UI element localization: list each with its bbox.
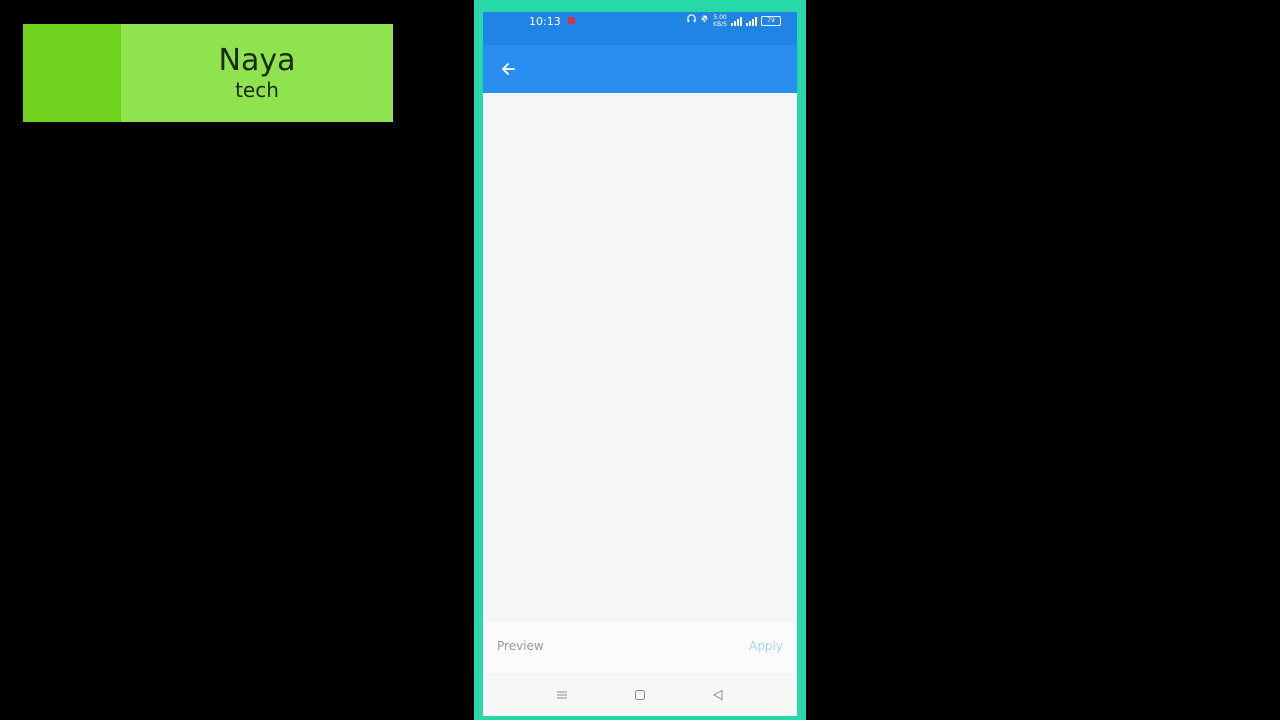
mute-bell-icon [700,14,709,28]
recording-indicator-icon [568,17,575,24]
battery-icon: 79 [761,16,781,26]
net-speed: 5.00 KB/S [713,14,727,28]
system-nav-bar [483,673,797,716]
video-stage: Naya tech 10:13 5.00 KB/S 79 Preview App… [0,0,1280,720]
status-bar: 10:13 5.00 KB/S 79 [483,12,797,45]
signal-2-icon [746,16,757,26]
menu-icon[interactable] [554,687,570,703]
triangle-back-icon[interactable] [710,687,726,703]
brand-accent-block [23,24,121,122]
app-bar [483,45,797,93]
preview-button[interactable]: Preview [497,639,544,653]
back-button[interactable] [497,59,519,81]
arrow-left-icon [501,60,515,81]
bottom-action-bar: Preview Apply [483,623,797,673]
phone-screen: 10:13 5.00 KB/S 79 Preview Apply [483,12,797,716]
net-speed-value: 5.00 [713,14,727,21]
net-speed-unit: KB/S [713,21,727,28]
signal-icon [731,16,742,26]
brand-text: Naya tech [121,24,393,122]
apply-button[interactable]: Apply [749,639,783,653]
home-square-icon[interactable] [632,687,648,703]
status-icons: 5.00 KB/S 79 [687,14,781,28]
brand-name: Naya [218,43,296,78]
headphones-icon [687,14,696,28]
content-area [483,93,797,623]
status-time: 10:13 [529,15,561,28]
brand-subtitle: tech [235,78,279,102]
brand-watermark: Naya tech [23,24,393,122]
